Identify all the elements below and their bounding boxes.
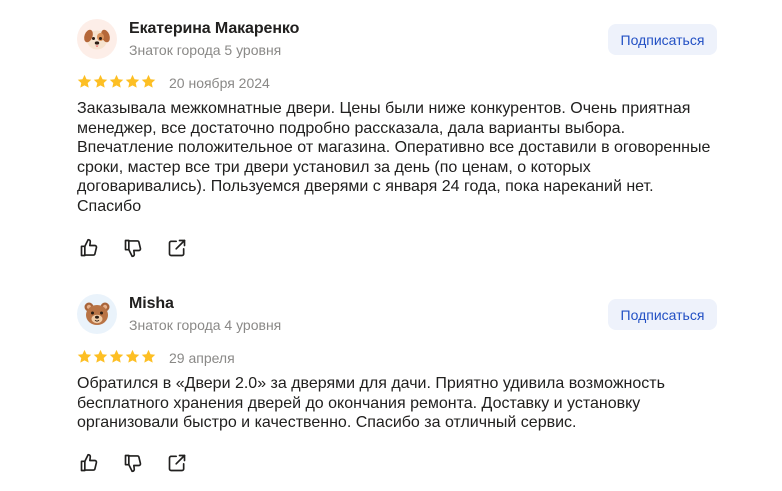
star-icon bbox=[93, 349, 108, 363]
avatar[interactable] bbox=[77, 19, 117, 59]
review-actions bbox=[78, 452, 210, 474]
review-text-line: сроки, мастер все три двери установил за… bbox=[77, 158, 591, 176]
bear-avatar-icon bbox=[84, 302, 110, 325]
share-icon bbox=[168, 239, 186, 257]
review-text-line: Впечатление положительное от магазина. О… bbox=[77, 139, 711, 156]
avatar[interactable] bbox=[77, 294, 117, 334]
review-text-line: Спасибо bbox=[77, 197, 142, 215]
thumbs-up-icon bbox=[80, 238, 98, 257]
star-icon bbox=[77, 349, 92, 363]
thumbs-down-icon bbox=[124, 239, 142, 258]
author-name[interactable]: Екатерина Макаренко bbox=[129, 20, 299, 38]
star-icon bbox=[93, 74, 108, 88]
thumbs-up-icon bbox=[80, 453, 98, 472]
review-text: Заказывала межкомнатные двери. Цены были… bbox=[77, 99, 737, 216]
star-icon bbox=[109, 349, 124, 363]
review-text: Обратился в «Двери 2.0» за дверями для д… bbox=[77, 374, 737, 433]
rating-stars bbox=[77, 349, 156, 364]
review-date: 29 апреля bbox=[169, 350, 235, 366]
like-button[interactable] bbox=[78, 452, 100, 474]
star-icon bbox=[77, 74, 92, 88]
star-icon bbox=[125, 349, 140, 363]
review-text-line: Заказывала межкомнатные двери. Цены были… bbox=[77, 100, 691, 117]
review-text-line: договаривались). Пользуемся дверями с ян… bbox=[77, 178, 654, 195]
star-icon bbox=[141, 74, 156, 88]
share-icon bbox=[168, 454, 186, 472]
puppy-avatar-icon bbox=[84, 29, 110, 50]
review-text-line: бесплатного хранения дверей до окончания… bbox=[77, 394, 641, 412]
subscribe-button[interactable]: Подписаться bbox=[608, 299, 717, 330]
star-icon bbox=[141, 349, 156, 363]
dislike-button[interactable] bbox=[122, 237, 144, 259]
share-button[interactable] bbox=[166, 237, 188, 259]
star-icon bbox=[109, 74, 124, 88]
review-text-line: Обратился в «Двери 2.0» за дверями для д… bbox=[77, 375, 665, 392]
share-button[interactable] bbox=[166, 452, 188, 474]
star-icon bbox=[125, 74, 140, 88]
author-level: Знаток города 5 уровня bbox=[129, 42, 282, 58]
thumbs-down-icon bbox=[124, 454, 142, 473]
review-text-line: менеджер, все достаточно подробно расска… bbox=[77, 119, 626, 137]
review-text-line: организовали быстро и качественно. Спаси… bbox=[77, 414, 577, 431]
review-actions bbox=[78, 237, 210, 259]
like-button[interactable] bbox=[78, 237, 100, 259]
rating-stars bbox=[77, 74, 156, 89]
review-date: 20 ноября 2024 bbox=[169, 75, 270, 91]
subscribe-button[interactable]: Подписаться bbox=[608, 24, 717, 55]
dislike-button[interactable] bbox=[122, 452, 144, 474]
author-name[interactable]: Misha bbox=[129, 295, 174, 313]
author-level: Знаток города 4 уровня bbox=[129, 317, 282, 333]
